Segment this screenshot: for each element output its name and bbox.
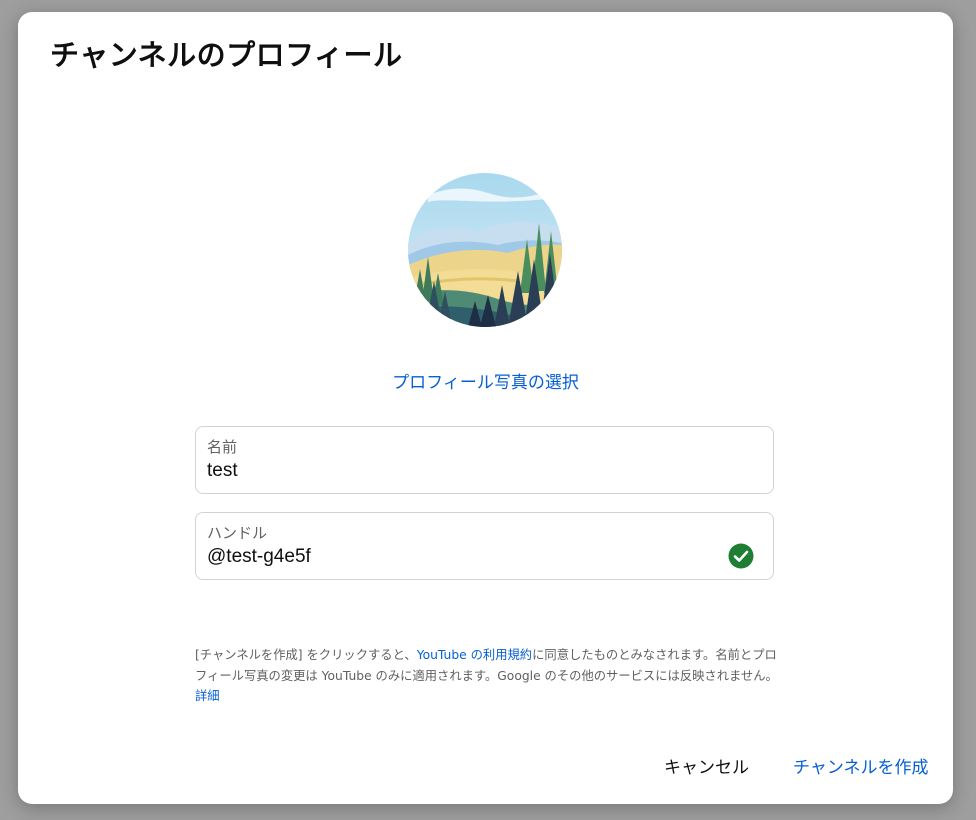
handle-field-label: ハンドル: [207, 524, 268, 542]
terms-of-service-link[interactable]: YouTube の利用規約: [417, 648, 532, 662]
landscape-avatar-image: [408, 173, 562, 327]
terms-notice: [チャンネルを作成] をクリックすると、YouTube の利用規約に同意したもの…: [195, 645, 785, 707]
choose-profile-photo-link[interactable]: プロフィール写真の選択: [18, 368, 953, 393]
create-channel-button[interactable]: チャンネルを作成: [785, 750, 937, 786]
dialog-title: チャンネルのプロフィール: [50, 38, 403, 72]
handle-field[interactable]: ハンドル: [195, 512, 774, 580]
terms-text-part1: [チャンネルを作成] をクリックすると、: [195, 648, 417, 662]
profile-avatar[interactable]: [408, 173, 562, 327]
handle-input[interactable]: [207, 546, 707, 568]
learn-more-link[interactable]: 詳細: [195, 689, 220, 703]
cancel-button[interactable]: キャンセル: [656, 750, 757, 786]
name-field-label: 名前: [207, 438, 238, 456]
channel-profile-dialog: チャンネルのプロフィール プロフィール写真の選択 名前 test ハンドル @t…: [18, 12, 953, 804]
check-circle-icon: [728, 543, 754, 569]
name-field[interactable]: 名前: [195, 426, 774, 494]
name-input[interactable]: [207, 460, 707, 482]
